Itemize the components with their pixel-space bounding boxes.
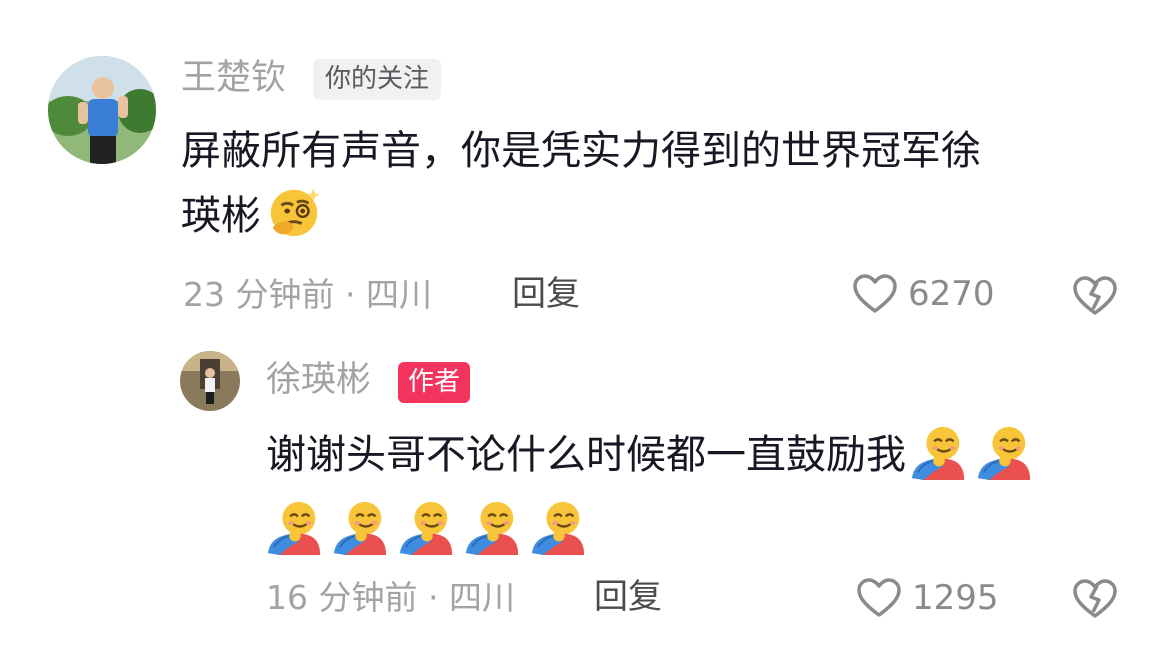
hugging-face-emoji-icon [266,497,324,555]
reply-text-body: 谢谢头哥不论什么时候都一直鼓励我 [266,432,906,478]
following-badge: 你的关注 [313,59,442,100]
reply-like-count: 1295 [912,578,999,618]
reply-timestamp-location: 16 分钟前 · 四川 [266,578,515,617]
comment-like-button[interactable]: 6270 [852,273,995,315]
avatar-wangchuqin[interactable] [48,56,156,164]
comment-username[interactable]: 王楚钦 [181,61,286,96]
heart-icon [853,274,897,313]
comment-text: 屏蔽所有声音，你是凭实力得到的世界冠军徐 瑛彬 [181,120,1141,248]
comment-like-count: 6270 [908,274,995,314]
comment-timestamp-location: 23 分钟前 · 四川 [183,275,432,314]
hugging-face-emoji-icon [910,422,968,480]
reply-username[interactable]: 徐瑛彬 [266,363,371,398]
comment-text-line2: 瑛彬 [181,193,261,239]
heart-icon [857,578,901,617]
broken-heart-dislike-icon[interactable] [1072,578,1118,620]
broken-heart-dislike-icon[interactable] [1072,275,1118,317]
reply-text: 谢谢头哥不论什么时候都一直鼓励我 [266,422,1146,562]
author-badge: 作者 [398,362,471,403]
comment-reply-button[interactable]: 回复 [512,277,580,311]
hugging-face-emoji-icon [398,497,456,555]
comment-text-line1: 屏蔽所有声音，你是凭实力得到的世界冠军徐 [181,128,981,174]
avatar-xuyingbin[interactable] [180,351,240,411]
avatar-photo-icon [48,56,156,164]
avatar-photo-icon [180,351,240,411]
monocle-thinking-emoji-icon [265,183,323,241]
hugging-face-emoji-icon [464,497,522,555]
reply-reply-button[interactable]: 回复 [594,580,662,614]
reply-like-button[interactable]: 1295 [856,577,999,619]
hugging-face-emoji-icon [332,497,390,555]
hugging-face-emoji-icon [530,497,588,555]
hugging-face-emoji-icon [976,422,1034,480]
